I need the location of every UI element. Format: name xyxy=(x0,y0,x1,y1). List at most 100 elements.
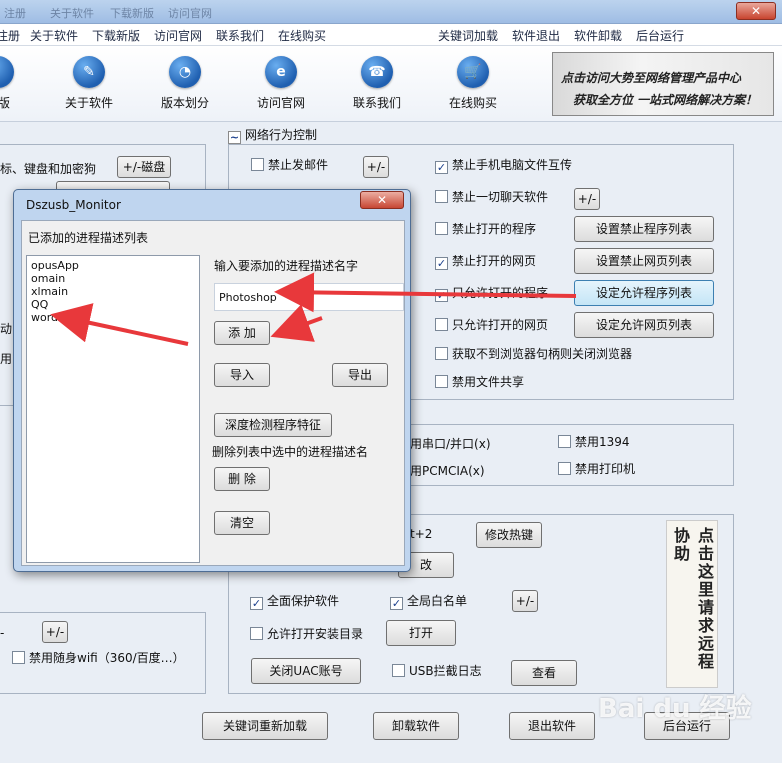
title-fragment: 下载新版 xyxy=(110,7,154,20)
banner-line: 获取全方位 一站式网络解决方案！ xyxy=(573,93,758,107)
checkbox-label: 禁止打开的程序 xyxy=(452,222,537,236)
open-button[interactable]: 打开 xyxy=(386,620,456,646)
checkbox-allow-pages-only[interactable]: 只允许打开的网页 xyxy=(435,318,548,334)
set-allow-pages-button[interactable]: 设定允许网页列表 xyxy=(574,312,714,338)
uninstall-button[interactable]: 卸载软件 xyxy=(373,712,459,740)
network-title-text: 网络行为控制 xyxy=(245,128,318,142)
menu-bar: 注册 关于软件 下载新版 访问官网 联系我们 在线购买 关键词加载 软件退出 软… xyxy=(0,24,782,46)
export-button[interactable]: 导出 xyxy=(332,363,388,387)
list-item[interactable]: word xyxy=(31,311,195,324)
deep-detect-button[interactable]: 深度检测程序特征 xyxy=(214,413,332,437)
toolbar-item-edition[interactable]: i 汇版 xyxy=(0,56,38,111)
info-icon: i xyxy=(0,56,14,88)
checkbox-disable-printer[interactable]: 禁用打印机 xyxy=(558,462,635,478)
checkbox-label: 只允许打开的程序 xyxy=(452,286,549,300)
chat-plusminus-button[interactable]: +/- xyxy=(574,188,600,210)
input-label: 输入要添加的进程描述名字 xyxy=(214,259,359,273)
checkbox-label: 只允许打开的网页 xyxy=(452,318,549,332)
delete-label: 删除列表中选中的进程描述名 xyxy=(212,445,369,459)
checkbox-box xyxy=(435,318,448,331)
toolbar-item-versions[interactable]: ◔ 版本划分 xyxy=(145,56,225,111)
process-list-title: 已添加的进程描述列表 xyxy=(28,231,149,245)
pie-chart-icon: ◔ xyxy=(169,56,201,88)
pcmcia-label: 用PCMCIA(x) xyxy=(410,464,485,478)
menu-item-contact[interactable]: 联系我们 xyxy=(216,27,264,44)
banner-ad[interactable]: 点击访问大势至网络管理产品中心 获取全方位 一站式网络解决方案！ xyxy=(552,52,774,116)
process-name-input[interactable] xyxy=(214,283,404,311)
dialog-close-button[interactable]: ✕ xyxy=(360,191,404,209)
checkbox-usb-log[interactable]: USB拦截日志 xyxy=(392,664,482,680)
delete-button[interactable]: 删 除 xyxy=(214,467,270,491)
dialog-title: Dszusb_Monitor xyxy=(26,198,121,212)
remote-assist-text: 点击这里请求远程协助 xyxy=(671,527,714,671)
import-button[interactable]: 导入 xyxy=(214,363,270,387)
checkbox-no-chat[interactable]: 禁止一切聊天软件 xyxy=(435,190,548,206)
email-plusminus-button[interactable]: +/- xyxy=(363,156,389,178)
checkbox-box xyxy=(392,664,405,677)
checkbox-box xyxy=(435,222,448,235)
device-text: 标、键盘和加密狗 xyxy=(0,162,97,176)
menu-item-keyword-load[interactable]: 关键词加载 xyxy=(438,27,498,44)
set-forbid-pages-button[interactable]: 设置禁止网页列表 xyxy=(574,248,714,274)
disk-plusminus-button[interactable]: +/-磁盘 xyxy=(117,156,171,178)
menu-item-download[interactable]: 下载新版 xyxy=(92,27,140,44)
menu-item-buy[interactable]: 在线购买 xyxy=(278,27,326,44)
checkbox-allow-programs-only[interactable]: ✓ 只允许打开的程序 xyxy=(435,286,548,302)
clear-button[interactable]: 清空 xyxy=(214,511,270,535)
set-allow-programs-button[interactable]: 设定允许程序列表 xyxy=(574,280,714,306)
set-forbid-programs-button[interactable]: 设置禁止程序列表 xyxy=(574,216,714,242)
title-bar: 注册 关于软件 下载新版 访问官网 ✕ xyxy=(0,0,782,24)
remote-assist-ad[interactable]: 点击这里请求远程协助 xyxy=(666,520,718,688)
checkbox-label: 禁用随身wifi（360/百度…） xyxy=(29,651,185,665)
menu-item-register[interactable]: 注册 xyxy=(0,27,20,44)
menu-item-about[interactable]: 关于软件 xyxy=(30,27,78,44)
checkbox-full-protect[interactable]: ✓ 全面保护软件 xyxy=(250,594,339,610)
checkbox-box xyxy=(435,347,448,360)
phone-icon: ☎ xyxy=(361,56,393,88)
exit-button[interactable]: 退出软件 xyxy=(509,712,595,740)
toolbar-item-buy[interactable]: 🛒 在线购买 xyxy=(433,56,513,111)
checkbox-global-whitelist[interactable]: ✓ 全局白名单 xyxy=(390,594,467,610)
checkbox-forbid-pages[interactable]: ✓ 禁止打开的网页 xyxy=(435,254,536,270)
menu-item-background[interactable]: 后台运行 xyxy=(636,27,684,44)
checkbox-no-email[interactable]: 禁止发邮件 xyxy=(251,158,328,174)
toolbar-item-about[interactable]: ✎ 关于软件 xyxy=(49,56,129,111)
monitor-dialog: Dszusb_Monitor ✕ 已添加的进程描述列表 opusApp omai… xyxy=(13,189,411,572)
list-item[interactable]: opusApp xyxy=(31,259,195,272)
list-item[interactable]: xlmain xyxy=(31,285,195,298)
checkbox-no-file-share[interactable]: 禁用文件共享 xyxy=(435,375,524,391)
list-item[interactable]: omain xyxy=(31,272,195,285)
whitelist-plusminus-button[interactable]: +/- xyxy=(512,590,538,612)
window-close-button[interactable]: ✕ xyxy=(736,2,776,20)
modify-hotkey-button[interactable]: 修改热键 xyxy=(476,522,542,548)
checkbox-forbid-programs[interactable]: 禁止打开的程序 xyxy=(435,222,536,238)
checkbox-label: 禁止一切聊天软件 xyxy=(452,190,549,204)
checkbox-box xyxy=(558,435,571,448)
device-text-fragment: 动 xyxy=(0,322,13,336)
checkbox-label: 全面保护软件 xyxy=(267,594,340,608)
checkbox-allow-install-dir[interactable]: 允许打开安装目录 xyxy=(250,627,363,643)
process-list[interactable]: opusApp omain xlmain QQ word xyxy=(26,255,200,563)
checkbox-box: ✓ xyxy=(390,597,403,610)
wifi-checkbox[interactable]: 禁用随身wifi（360/百度…） xyxy=(12,651,185,667)
list-item[interactable]: QQ xyxy=(31,298,195,311)
serial-port-label: 用串口/并口(x) xyxy=(410,437,491,451)
menu-item-website[interactable]: 访问官网 xyxy=(154,27,202,44)
wifi-plusminus-button[interactable]: +/- xyxy=(42,621,68,643)
close-uac-button[interactable]: 关闭UAC账号 xyxy=(251,658,361,684)
checkbox-close-browser[interactable]: 获取不到浏览器句柄则关闭浏览器 xyxy=(435,347,632,363)
checkbox-no-phone-transfer[interactable]: ✓ 禁止手机电脑文件互传 xyxy=(435,158,572,174)
toolbar-item-contact[interactable]: ☎ 联系我们 xyxy=(337,56,417,111)
menu-item-uninstall[interactable]: 软件卸载 xyxy=(574,27,622,44)
reload-keywords-button[interactable]: 关键词重新加载 xyxy=(202,712,328,740)
menu-item-exit[interactable]: 软件退出 xyxy=(512,27,560,44)
view-log-button[interactable]: 查看 xyxy=(511,660,577,686)
banner-line: 点击访问大势至网络管理产品中心 xyxy=(561,71,742,85)
checkbox-box: ✓ xyxy=(250,597,263,610)
toolbar-item-website[interactable]: e 访问官网 xyxy=(241,56,321,111)
watermark: Bai du 经验 xyxy=(598,694,752,724)
add-button[interactable]: 添 加 xyxy=(214,321,270,345)
checkbox-label: 禁用1394 xyxy=(575,435,630,449)
dialog-body: 已添加的进程描述列表 opusApp omain xlmain QQ word … xyxy=(21,220,405,566)
checkbox-disable-1394[interactable]: 禁用1394 xyxy=(558,435,630,451)
